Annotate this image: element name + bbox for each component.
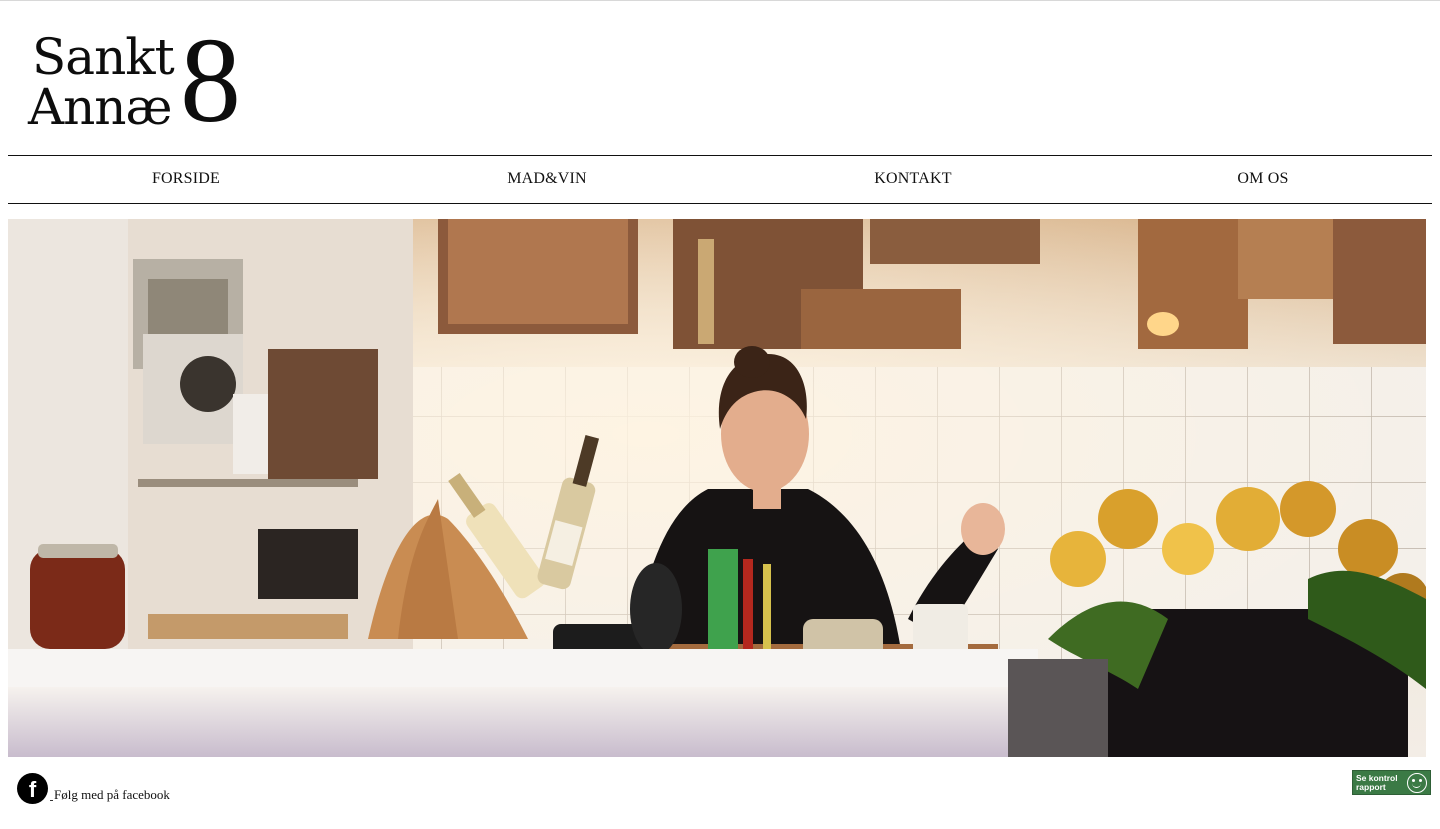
hero-photo <box>8 219 1426 757</box>
logo-text-line-2: Annæ <box>28 78 173 136</box>
badge-text-line-2: rapport <box>1356 781 1386 792</box>
facebook-follow: f Følg med på facebook <box>17 770 170 804</box>
smiley-icon <box>1407 773 1427 793</box>
hero-photo-illustration <box>8 219 1426 757</box>
facebook-icon[interactable]: f <box>17 773 48 804</box>
top-border <box>0 0 1440 1</box>
nav-item-forside[interactable]: FORSIDE <box>136 156 236 203</box>
logo-number: 8 <box>180 13 241 148</box>
badge-text: Se kontrol rapport <box>1353 773 1403 792</box>
nav-item-om-os[interactable]: OM OS <box>1218 156 1308 203</box>
main-navigation: FORSIDE MAD&VIN KONTAKT OM OS <box>8 155 1432 204</box>
site-logo[interactable]: Sankt Annæ 8 <box>26 20 246 142</box>
smiley-control-report-badge[interactable]: Se kontrol rapport <box>1352 770 1431 795</box>
logo-text-line-1: Sankt <box>32 28 175 86</box>
nav-item-kontakt[interactable]: KONTAKT <box>858 156 968 203</box>
facebook-link[interactable]: Følg med på facebook <box>50 787 170 803</box>
nav-item-mad-vin[interactable]: MAD&VIN <box>492 156 602 203</box>
